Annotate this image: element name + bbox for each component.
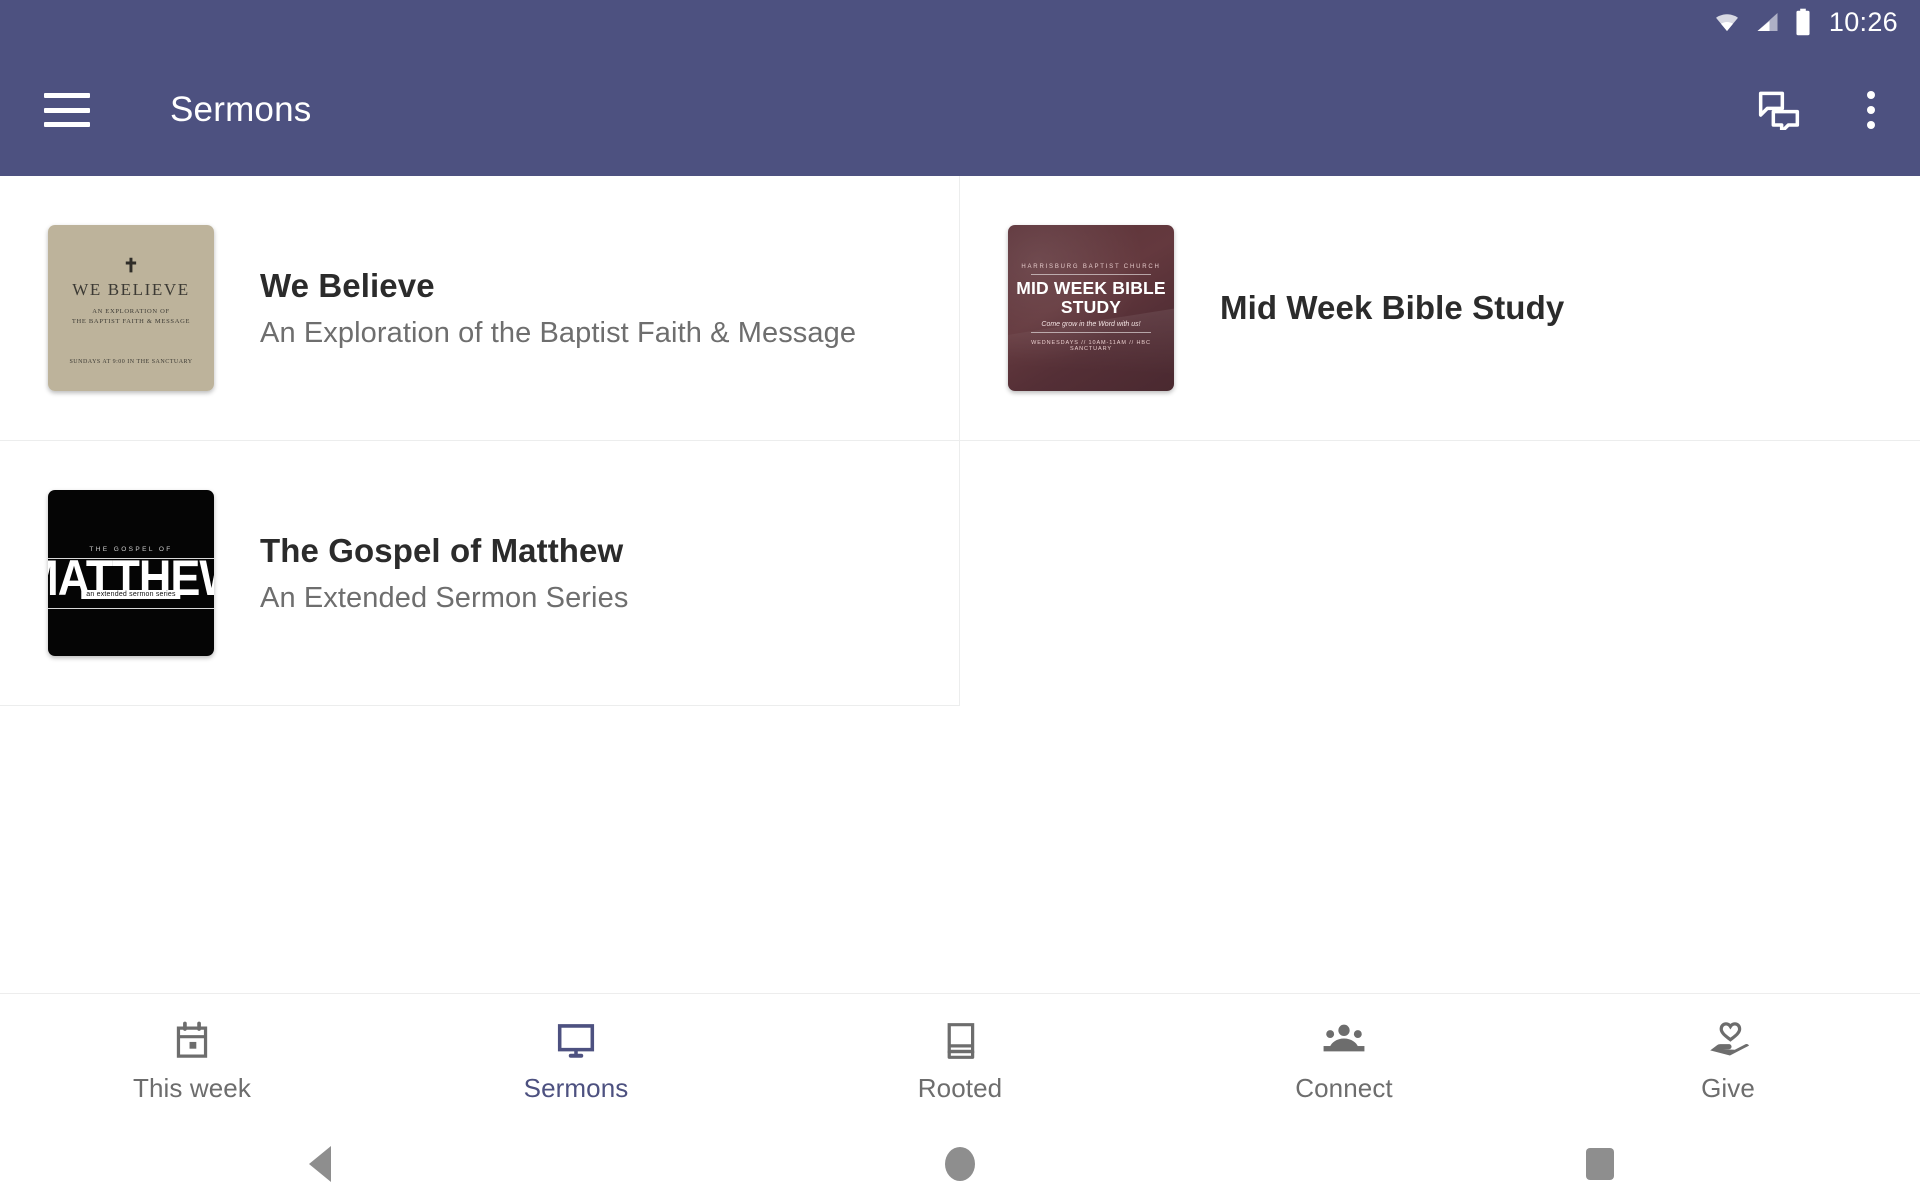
nav-label: Give xyxy=(1701,1072,1755,1103)
nav-label: Sermons xyxy=(523,1072,629,1103)
bottom-navigation: This week Sermons Rooted Connect Give xyxy=(0,993,1920,1128)
nav-label: This week xyxy=(133,1072,251,1103)
artwork-rule-bottom xyxy=(48,607,214,609)
hamburger-menu-icon[interactable] xyxy=(44,93,90,127)
artwork-church: HARRISBURG BAPTIST CHURCH xyxy=(1021,264,1161,271)
sermon-thumbnail: HARRISBURG BAPTIST CHURCH MID WEEK BIBLE… xyxy=(1008,225,1174,391)
app-bar-actions xyxy=(1756,87,1894,133)
sermon-thumbnail: THE GOSPEL OF MATTHEW an extended sermon… xyxy=(48,490,214,656)
sermon-title: Mid Week Bible Study xyxy=(1220,289,1565,326)
artwork-heading: MID WEEK BIBLE STUDY xyxy=(1016,278,1166,317)
android-system-nav xyxy=(0,1128,1920,1200)
sermon-grid: ✝ WE BELIEVE AN EXPLORATION OF THE BAPTI… xyxy=(0,176,1920,706)
mid-week-artwork: HARRISBURG BAPTIST CHURCH MID WEEK BIBLE… xyxy=(1008,225,1174,391)
matthew-artwork: THE GOSPEL OF MATTHEW an extended sermon… xyxy=(48,490,214,656)
we-believe-artwork: ✝ WE BELIEVE AN EXPLORATION OF THE BAPTI… xyxy=(48,225,214,391)
artwork-rule-top xyxy=(1030,274,1152,276)
sermon-thumbnail: ✝ WE BELIEVE AN EXPLORATION OF THE BAPTI… xyxy=(48,225,214,391)
hand-heart-icon xyxy=(1707,1019,1749,1063)
page-title: Sermons xyxy=(170,90,312,129)
square-recents-icon xyxy=(1585,1148,1614,1180)
nav-item-give[interactable]: Give xyxy=(1536,1019,1920,1104)
battery-icon xyxy=(1793,8,1813,36)
forum-icon[interactable] xyxy=(1756,87,1802,133)
sermon-card-mid-week-bible-study[interactable]: HARRISBURG BAPTIST CHURCH MID WEEK BIBLE… xyxy=(960,176,1920,441)
status-bar-time: 10:26 xyxy=(1828,6,1898,37)
nav-label: Rooted xyxy=(917,1072,1003,1103)
calendar-icon xyxy=(173,1019,211,1063)
triangle-back-icon xyxy=(309,1146,332,1182)
sermons-content: ✝ WE BELIEVE AN EXPLORATION OF THE BAPTI… xyxy=(0,176,1920,993)
artwork-tagline: Come grow in the Word with us! xyxy=(1041,320,1141,328)
sermon-card-text: We Believe An Exploration of the Baptist… xyxy=(260,267,856,350)
sermon-grid-empty-cell xyxy=(960,441,1920,706)
artwork-heading: WE BELIEVE xyxy=(72,280,190,299)
artwork-rule-bottom xyxy=(1030,331,1152,333)
home-button[interactable] xyxy=(640,1147,1280,1181)
book-icon xyxy=(942,1019,978,1063)
overflow-menu-icon[interactable] xyxy=(1848,87,1894,133)
cross-icon: ✝ xyxy=(123,256,139,277)
nav-item-sermons[interactable]: Sermons xyxy=(384,1019,768,1104)
wifi-icon xyxy=(1712,10,1742,34)
sermon-card-text: Mid Week Bible Study xyxy=(1220,289,1564,327)
artwork-footer: SUNDAYS AT 9:00 IN THE SANCTUARY xyxy=(69,359,193,365)
monitor-icon xyxy=(556,1019,596,1063)
artwork-subheading: AN EXPLORATION OF THE BAPTIST FAITH & ME… xyxy=(71,308,191,325)
people-group-icon xyxy=(1322,1019,1366,1063)
cellular-signal-icon xyxy=(1754,10,1781,34)
circle-home-icon xyxy=(944,1147,975,1181)
nav-item-rooted[interactable]: Rooted xyxy=(768,1019,1152,1104)
artwork-footer: WEDNESDAYS // 10AM-11AM // HBC SANCTUARY xyxy=(1031,339,1151,352)
status-bar: 10:26 xyxy=(0,0,1920,44)
sermon-subtitle: An Exploration of the Baptist Faith & Me… xyxy=(260,316,857,349)
sermon-title: The Gospel of Matthew xyxy=(260,531,624,569)
nav-label: Connect xyxy=(1295,1072,1393,1103)
sermon-card-we-believe[interactable]: ✝ WE BELIEVE AN EXPLORATION OF THE BAPTI… xyxy=(0,176,960,441)
sermon-card-the-gospel-of-matthew[interactable]: THE GOSPEL OF MATTHEW an extended sermon… xyxy=(0,441,960,706)
sermon-title: We Believe xyxy=(260,266,435,304)
artwork-badge: an extended sermon series xyxy=(81,590,181,600)
recents-button[interactable] xyxy=(1280,1148,1920,1180)
app-screen: 10:26 Sermons ✝ WE BELIEVE AN EXPLORATIO… xyxy=(0,0,1920,1200)
app-bar: Sermons xyxy=(0,44,1920,176)
back-button[interactable] xyxy=(0,1146,640,1182)
sermon-card-text: The Gospel of Matthew An Extended Sermon… xyxy=(260,532,628,615)
sermon-subtitle: An Extended Sermon Series xyxy=(260,581,629,614)
nav-item-this-week[interactable]: This week xyxy=(0,1019,384,1104)
nav-item-connect[interactable]: Connect xyxy=(1152,1019,1536,1104)
